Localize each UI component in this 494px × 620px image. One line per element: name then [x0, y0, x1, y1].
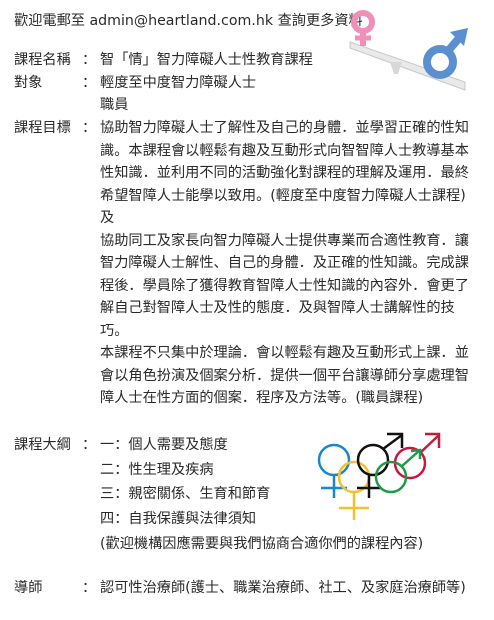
audience-value: 輕度至中度智力障礙人士: [100, 75, 257, 91]
objective-line: 識。本課程會以輕鬆有趣及互動形式向智智障人士教導基本: [100, 142, 469, 159]
course-name-label: 課程名稱: [14, 52, 71, 68]
objectives-label: 課程目標: [14, 120, 71, 136]
objective-line: 障人士在性方面的個案．程序及方法等。(職員課程): [100, 390, 424, 406]
outline-item: 一：個人需要及態度: [100, 437, 228, 453]
male-symbol-icon: [423, 28, 468, 79]
contact-line: 歡迎電郵至 admin@heartland.com.hk 查詢更多資料: [14, 13, 363, 29]
objectives-text: 協助智力障礙人士了解性及自己的身體．並學習正確的性知 識。本課程會以輕鬆有趣及互…: [100, 117, 469, 410]
colon: ：: [82, 52, 97, 68]
audience-value: 職員: [100, 97, 129, 113]
outline-item: 二：性生理及疾病: [100, 462, 214, 478]
colon: ：: [82, 75, 97, 91]
objective-line: 會以角色扮演及個案分析．提供一個平台讓導師分享處理智: [100, 367, 469, 384]
audience-label: 對象: [14, 75, 43, 91]
objective-line: 協助同工及家長向智力障礙人士提供專業而合適性教育．讓: [100, 232, 469, 249]
course-name-value: 智「情」智力障礙人士性教育課程: [100, 52, 313, 68]
colon: ：: [82, 580, 97, 596]
objective-line: 智力障礙人士解性、自己的身體．及正確的性知識。完成課: [100, 255, 469, 271]
objective-line: 解自己對智障人士及性的態度．及與智障人士講解性的技: [100, 300, 455, 316]
objective-line: 巧。: [100, 322, 129, 339]
gender-seesaw-image: [349, 10, 468, 91]
objective-line: 及: [100, 210, 115, 226]
instructor-label: 導師: [14, 580, 43, 596]
objective-line: 性知識．並利用不同的活動強化對課程的理解及運用．最終: [100, 165, 469, 181]
gender-rings-image: [317, 432, 441, 520]
objective-line: 希望智障人士能學以致用。(輕度至中度智力障礙人士課程): [100, 187, 466, 204]
female-symbol-icon: [351, 10, 375, 46]
objective-line: 協助智力障礙人士了解性及自己的身體．並學習正確的性知: [100, 120, 469, 136]
objective-line: 程後．學員除了獲得教育智障人士性知識的內容外．會更了: [100, 277, 469, 294]
colon: ：: [82, 437, 97, 453]
outline-note: (歡迎機構因應需要與我們協商合適你們的課程內容): [100, 536, 424, 552]
outline-label: 課程大綱: [14, 437, 71, 453]
outline-item: 四：自我保護與法律須知: [100, 511, 257, 527]
objective-line: 本課程不只集中於理論．會以輕鬆有趣及互動形式上課．並: [100, 345, 469, 361]
outline-item: 三：親密關係、生育和節育: [100, 486, 271, 502]
colon: ：: [82, 120, 97, 136]
instructor-value: 認可性治療師(護士、職業治療師、社工、及家庭治療師等): [100, 580, 466, 596]
